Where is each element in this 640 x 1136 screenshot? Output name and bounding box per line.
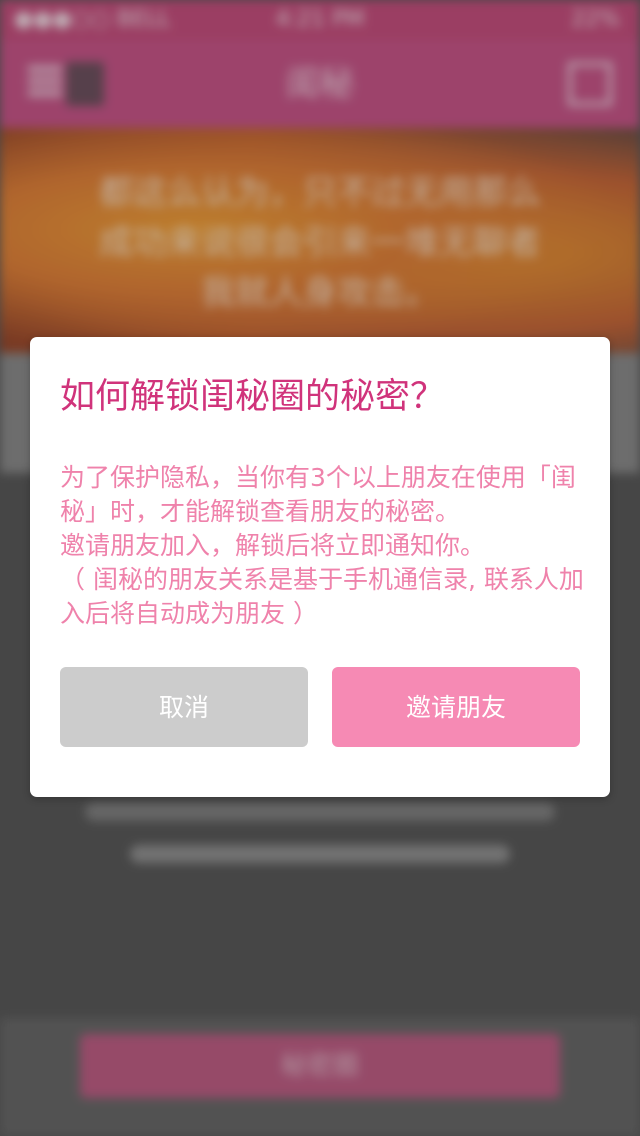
dialog-message-line: 邀请朋友加入，解锁后将立即通知你。 <box>60 531 486 560</box>
cancel-button[interactable]: 取消 <box>60 667 308 747</box>
screen: ●●●○○ BELL 4:21 PM 22% 闺秘 都这么认为，只不过无用那么 … <box>0 0 640 1136</box>
dialog-message: 为了保护隐私，当你有3个以上朋友在使用「闺秘」时，才能解锁查看朋友的秘密。 邀请… <box>60 461 590 631</box>
dialog-title: 如何解锁闺秘圈的秘密？ <box>60 377 446 417</box>
dialog-message-line: （ 闺秘的朋友关系是基于手机通信录, 联系人加入后将自动成为朋友 ） <box>60 565 584 628</box>
invite-friends-button[interactable]: 邀请朋友 <box>332 667 580 747</box>
unlock-dialog: 如何解锁闺秘圈的秘密？ 为了保护隐私，当你有3个以上朋友在使用「闺秘」时，才能解… <box>30 337 610 797</box>
dialog-message-line: 为了保护隐私，当你有3个以上朋友在使用「闺秘」时，才能解锁查看朋友的秘密。 <box>60 463 576 526</box>
